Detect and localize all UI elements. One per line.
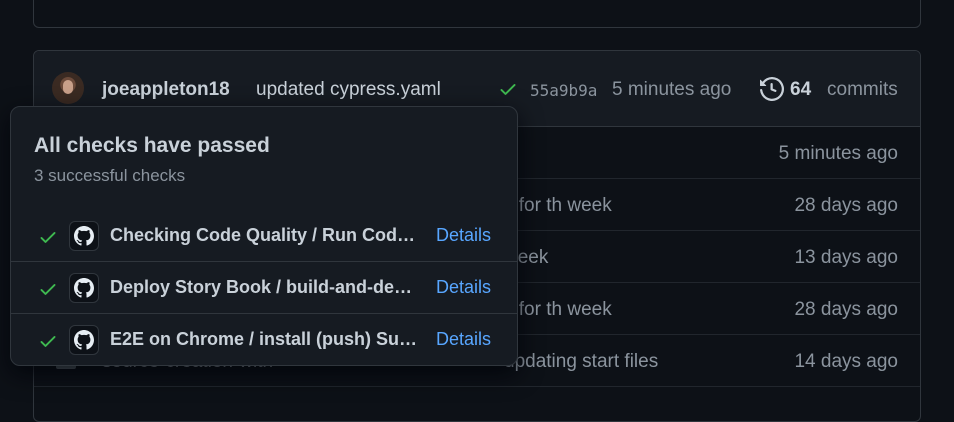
check-icon: [40, 284, 56, 295]
previous-panel: [33, 0, 921, 28]
github-icon: [69, 221, 99, 251]
check-icon: [40, 232, 56, 243]
file-commit-message[interactable]: s for th week: [504, 195, 612, 217]
commit-time: 5 minutes ago: [612, 79, 732, 100]
history-icon: [760, 77, 784, 101]
check-item: E2E on Chrome / install (push) Successfu…: [11, 313, 517, 366]
commit-sha[interactable]: 55a9b9a: [530, 81, 597, 100]
commits-label[interactable]: commits: [827, 79, 898, 101]
popover-title: All checks have passed: [34, 134, 270, 157]
check-name: Deploy Story Book / build-and-deploy (pu…: [110, 277, 420, 297]
check-status-icon[interactable]: [498, 79, 518, 99]
details-link[interactable]: Details: [436, 329, 491, 350]
details-link[interactable]: Details: [436, 225, 491, 246]
file-commit-time: 5 minutes ago: [778, 143, 898, 164]
github-icon: [69, 273, 99, 303]
check-name: Checking Code Quality / Run Code Quality…: [110, 225, 420, 245]
file-commit-time: 28 days ago: [794, 195, 898, 216]
commit-message[interactable]: updated cypress.yaml: [256, 79, 441, 101]
popover-subtitle: 3 successful checks: [34, 166, 186, 185]
file-commit-message[interactable]: s for th week: [504, 299, 612, 321]
file-commit-message[interactable]: updating start files: [504, 351, 658, 373]
checks-popover: All checks have passed 3 successful chec…: [10, 106, 518, 366]
details-link[interactable]: Details: [436, 277, 491, 298]
check-item: Checking Code Quality / Run Code Quality…: [11, 210, 517, 262]
file-commit-time: 14 days ago: [794, 351, 898, 372]
check-item: Deploy Story Book / build-and-deploy (pu…: [11, 261, 517, 314]
commit-count[interactable]: 64: [790, 79, 811, 101]
github-icon: [69, 325, 99, 355]
commit-author[interactable]: joeappleton18: [102, 79, 230, 101]
file-commit-time: 13 days ago: [794, 247, 898, 268]
avatar[interactable]: [52, 72, 84, 104]
check-icon: [40, 336, 56, 347]
check-name: E2E on Chrome / install (push) Successfu…: [110, 329, 420, 349]
file-commit-time: 28 days ago: [794, 299, 898, 320]
